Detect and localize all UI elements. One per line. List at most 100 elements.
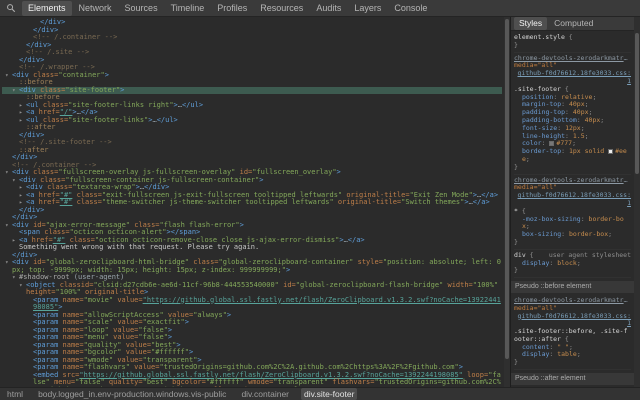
pseudo-section-header: Pseudo ::before element [511, 280, 640, 294]
colon: : [557, 124, 565, 132]
dom-node[interactable]: </div> [2, 207, 502, 215]
close-brace: } [514, 239, 631, 247]
expand-arrow-icon[interactable]: ▸ [19, 192, 26, 200]
tab-sources[interactable]: Sources [119, 1, 164, 16]
dom-node[interactable]: ▾<div class="container"> [2, 72, 502, 80]
css-rule: chrome-devtools-zerodarkmatrix…media="al… [514, 54, 631, 175]
collapse-arrow-icon[interactable]: ▾ [12, 87, 19, 95]
tab-console[interactable]: Console [388, 1, 433, 16]
css-declaration[interactable]: box-sizing: border-box; [514, 231, 631, 239]
tab-timeline[interactable]: Timeline [165, 1, 211, 16]
close-brace: } [514, 359, 631, 367]
dom-node[interactable]: <!-- /.site --> [2, 49, 502, 57]
css-property-name: color [522, 139, 542, 147]
collapse-arrow-icon[interactable]: ▾ [19, 282, 26, 290]
tab-resources[interactable]: Resources [254, 1, 309, 16]
dom-node[interactable]: ▾<object classid="clsid:d27cdb6e-ae6d-11… [2, 282, 502, 297]
css-property-name: display [522, 259, 549, 267]
styles-scrollbar-thumb[interactable] [635, 33, 639, 174]
css-property-value: relative [561, 93, 592, 101]
tab-layers[interactable]: Layers [348, 1, 387, 16]
styles-scrollbar[interactable] [634, 17, 640, 387]
colon: : [565, 108, 573, 116]
css-property-value: table [557, 350, 577, 358]
dom-node[interactable]: Something went wrong with that request. … [2, 244, 502, 252]
close-brace: } [514, 164, 631, 172]
colon: : [542, 139, 550, 147]
dom-node[interactable]: ::after [2, 124, 502, 132]
colon: : [561, 230, 569, 238]
expand-arrow-icon[interactable]: ▸ [19, 109, 26, 117]
collapse-arrow-icon[interactable]: ▾ [5, 259, 12, 267]
collapse-arrow-icon[interactable]: ▾ [5, 72, 12, 80]
css-rule: user agent stylesheetdiv {display: block… [514, 251, 631, 278]
breadcrumb-active[interactable]: div.site-footer [301, 388, 357, 400]
devtools-toolbar: ElementsNetworkSourcesTimelineProfilesRe… [0, 0, 640, 17]
collapse-arrow-icon[interactable]: ▾ [5, 169, 12, 177]
css-selector-line[interactable]: element.style { [514, 34, 631, 42]
collapse-arrow-icon[interactable]: ▾ [5, 222, 12, 230]
dom-node-selected[interactable]: ▾<div class="site-footer"> [2, 87, 502, 95]
css-property-name: padding-top [522, 108, 565, 116]
color-swatch[interactable] [608, 149, 613, 154]
css-declaration[interactable]: display: block; [514, 260, 631, 268]
dom-node[interactable]: </div> [2, 19, 502, 27]
collapse-arrow-icon[interactable]: ▾ [12, 274, 19, 282]
css-property-name: display [522, 350, 549, 358]
stylesheet-link[interactable]: github-f0d76612.18fe3033.css:1 [518, 191, 632, 207]
expand-arrow-icon[interactable]: ▸ [19, 102, 26, 110]
dom-node[interactable]: <embed src="https://github.global.ssl.fa… [2, 372, 502, 388]
breadcrumb-item[interactable]: html [4, 388, 26, 400]
sidebar-tab-computed[interactable]: Computed [549, 17, 598, 30]
semicolon: ; [572, 139, 576, 147]
collapse-arrow-icon[interactable]: ▾ [12, 177, 19, 185]
breadcrumb-item[interactable]: body.logged_in.env-production.windows.vi… [35, 388, 229, 400]
semicolon: ; [589, 108, 593, 116]
breadcrumb-item[interactable]: div.container [238, 388, 292, 400]
semicolon: ; [600, 116, 604, 124]
css-declaration[interactable]: border-top: 1px solid #eee; [514, 148, 631, 164]
css-rule: chrome-devtools-zerodarkmatrix…media="al… [514, 296, 631, 370]
css-selector: * [514, 207, 522, 215]
dom-node[interactable]: ▸<a href="#" class="theme-switcher js-th… [2, 199, 502, 207]
css-rule: element.style {} [514, 33, 631, 53]
css-declaration[interactable]: -moz-box-sizing: border-box; [514, 216, 631, 232]
tab-elements[interactable]: Elements [22, 1, 72, 16]
expand-arrow-icon[interactable]: ▸ [19, 117, 26, 125]
tab-audits[interactable]: Audits [310, 1, 347, 16]
inspect-element-button[interactable] [4, 2, 18, 15]
stylesheet-link[interactable]: github-f0d76612.18fe3033.css:1 [518, 69, 632, 85]
devtools-main: </div></div><!-- /.container --></div><!… [0, 17, 640, 387]
css-selector: div [514, 251, 530, 259]
styles-sidebar: StylesComputed element.style {}chrome-de… [510, 17, 640, 387]
css-rule: chrome-devtools-zerodarkmatrix…media="al… [514, 176, 631, 250]
tab-network[interactable]: Network [73, 1, 118, 16]
elements-scrollbar[interactable] [504, 17, 510, 387]
css-selector: .site-footer::before, .site-footer::afte… [514, 327, 628, 343]
color-swatch[interactable] [549, 141, 554, 146]
tab-profiles[interactable]: Profiles [211, 1, 253, 16]
stylesheet-link[interactable]: github-f0d76612.18fe3033.css:1 [518, 312, 632, 328]
css-declaration[interactable]: display: table; [514, 351, 631, 359]
sidebar-tab-styles[interactable]: Styles [514, 17, 547, 30]
dom-node[interactable]: <!-- /.site-footer --> [2, 139, 502, 147]
pseudo-section-header: Pseudo ::after element [511, 372, 640, 386]
colon: : [561, 100, 569, 108]
colon: : [581, 215, 589, 223]
semicolon: ; [592, 93, 596, 101]
dom-node[interactable]: ▸<ul class="site-footer-links">…</ul> [2, 117, 502, 125]
css-property-name: content [522, 343, 549, 351]
semicolon: ; [585, 100, 589, 108]
expand-arrow-icon[interactable]: ▸ [12, 237, 19, 245]
dom-node[interactable]: <!-- /.container --> [2, 34, 502, 42]
dom-node[interactable]: ▾<div id="global-zeroclipboard-html-brid… [2, 259, 502, 274]
elements-scrollbar-thumb[interactable] [505, 19, 509, 359]
dom-node[interactable]: <param name="movie" value="https://githu… [2, 297, 502, 312]
dom-node[interactable]: ::after [2, 147, 502, 155]
open-brace: { [522, 207, 526, 215]
panel-tabs: ElementsNetworkSourcesTimelineProfilesRe… [22, 1, 433, 16]
devtools-window: ElementsNetworkSourcesTimelineProfilesRe… [0, 0, 640, 400]
expand-arrow-icon[interactable]: ▸ [19, 184, 26, 192]
css-selector-line[interactable]: .site-footer::before, .site-footer::afte… [514, 328, 631, 344]
css-property-name: -moz-box-sizing [522, 215, 581, 223]
